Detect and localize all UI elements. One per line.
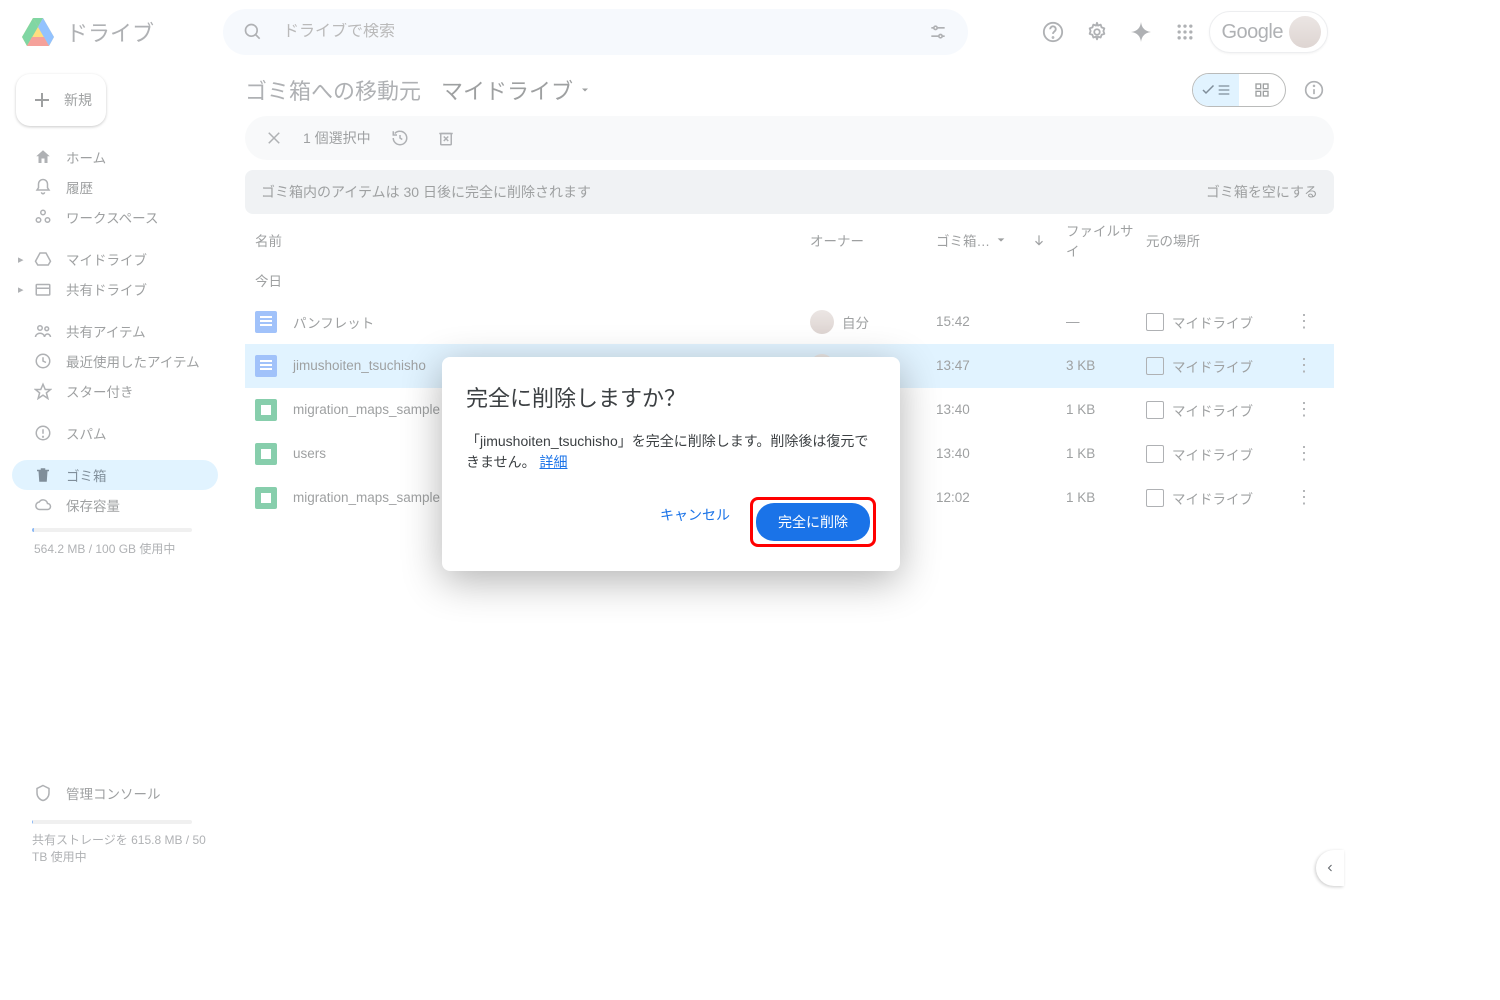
side-panel-expand-icon[interactable] — [1316, 850, 1344, 886]
delete-forever-dialog: 完全に削除しますか？ 「jimushoiten_tsuchisho」を完全に削除… — [442, 357, 900, 571]
dialog-body: 「jimushoiten_tsuchisho」を完全に削除します。削除後は復元で… — [466, 431, 876, 473]
cancel-button[interactable]: キャンセル — [648, 497, 742, 547]
delete-forever-confirm-button[interactable]: 完全に削除 — [756, 503, 870, 541]
confirm-highlight: 完全に削除 — [750, 497, 876, 547]
details-link[interactable]: 詳細 — [539, 454, 567, 470]
dialog-title: 完全に削除しますか？ — [466, 381, 876, 413]
